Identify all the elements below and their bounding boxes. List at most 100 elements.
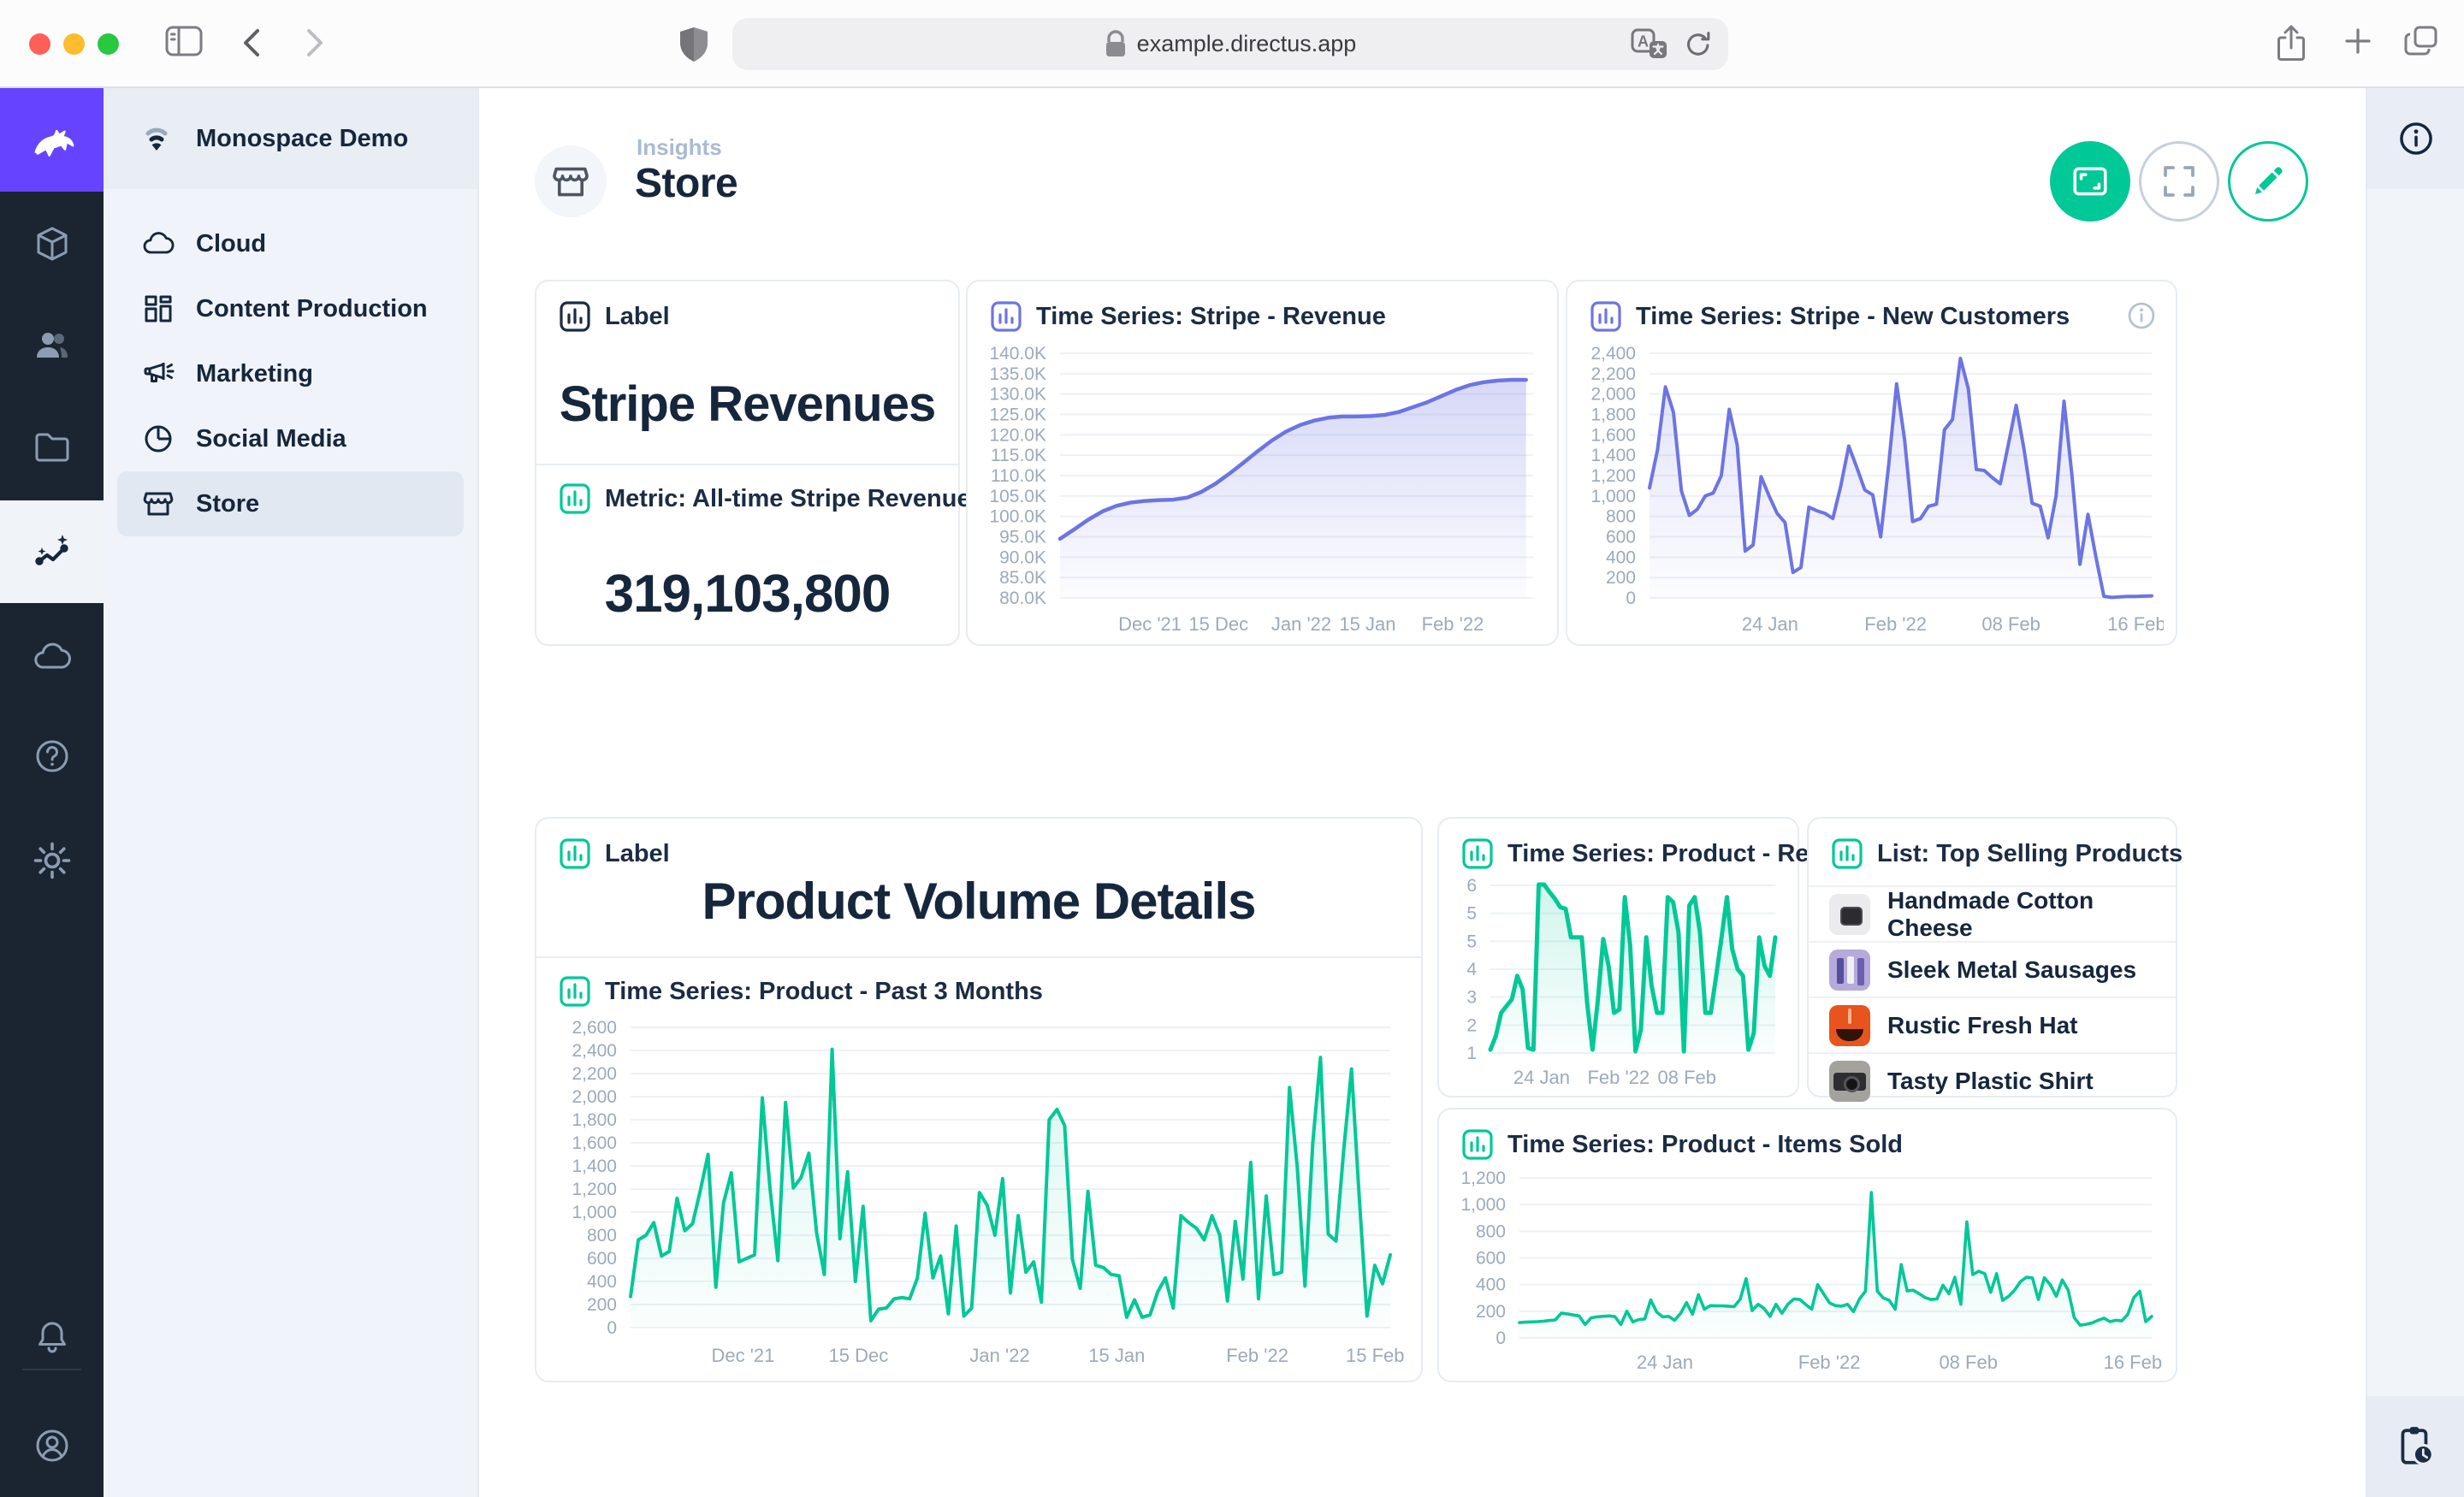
metric-value: 319,103,800 bbox=[536, 564, 958, 624]
svg-text:15 Feb: 15 Feb bbox=[1346, 1345, 1404, 1366]
svg-text:Feb '22: Feb '22 bbox=[1587, 1067, 1650, 1088]
directus-logo[interactable] bbox=[0, 88, 104, 192]
module-docs[interactable] bbox=[0, 705, 104, 808]
info-icon bbox=[2397, 120, 2435, 157]
product-list-item[interactable]: Handmade Cotton Cheese bbox=[1809, 885, 2176, 941]
svg-text:1,200: 1,200 bbox=[1590, 466, 1636, 486]
sidebar-item-label: Store bbox=[196, 490, 259, 518]
insights-icon bbox=[32, 531, 73, 572]
svg-text:600: 600 bbox=[1476, 1249, 1506, 1269]
sidebar-item-social-media[interactable]: Social Media bbox=[117, 406, 464, 471]
svg-text:Feb '22: Feb '22 bbox=[1864, 613, 1927, 635]
panel-product-restocks: Time Series: Product - Restocks 65543212… bbox=[1437, 817, 1799, 1098]
dashboard-icon bbox=[141, 292, 175, 326]
pie-icon bbox=[141, 422, 175, 456]
svg-text:Feb '22: Feb '22 bbox=[1798, 1352, 1861, 1373]
panel-top-selling-products: List: Top Selling Products Handmade Cott… bbox=[1807, 817, 2177, 1098]
module-files[interactable] bbox=[0, 396, 104, 499]
breadcrumb[interactable]: Insights bbox=[637, 134, 722, 161]
sidebar-item-label: Social Media bbox=[196, 425, 346, 453]
share-icon[interactable] bbox=[2274, 22, 2308, 69]
panel-title: Time Series: Stripe - New Customers bbox=[1636, 303, 2070, 331]
page-icon-circle bbox=[535, 145, 607, 217]
sidebar-item-marketing[interactable]: Marketing bbox=[117, 341, 464, 406]
fullscreen-button[interactable] bbox=[2139, 141, 2219, 222]
product-thumbnail bbox=[1829, 1005, 1870, 1046]
svg-text:80.0K: 80.0K bbox=[999, 589, 1046, 608]
project-signal-icon bbox=[138, 120, 175, 157]
svg-text:1,400: 1,400 bbox=[572, 1157, 617, 1176]
close-window-button[interactable] bbox=[29, 33, 50, 55]
address-bar[interactable]: example.directus.app A bbox=[732, 18, 1728, 70]
panel-title: Label bbox=[605, 840, 670, 868]
reload-icon[interactable] bbox=[1682, 28, 1715, 61]
stripe-new-customers-chart: 2,4002,2002,0001,8001,6001,4001,2001,000… bbox=[1579, 340, 2164, 637]
svg-text:1,000: 1,000 bbox=[1590, 487, 1636, 506]
svg-text:800: 800 bbox=[1476, 1222, 1506, 1241]
svg-text:125.0K: 125.0K bbox=[989, 405, 1046, 425]
module-users[interactable] bbox=[0, 294, 104, 397]
sidebar-toggle-icon[interactable] bbox=[164, 24, 204, 62]
project-header[interactable]: Monospace Demo bbox=[104, 88, 477, 189]
panel-icon bbox=[559, 837, 591, 870]
svg-text:1,600: 1,600 bbox=[572, 1133, 617, 1153]
svg-text:200: 200 bbox=[587, 1295, 617, 1315]
panel-icon bbox=[1831, 837, 1863, 870]
svg-text:800: 800 bbox=[1606, 507, 1636, 527]
product-list-item[interactable]: Tasty Plastic Shirt bbox=[1809, 1052, 2176, 1108]
translate-icon[interactable]: A bbox=[1631, 27, 1668, 62]
product-list-item[interactable]: Sleek Metal Sausages bbox=[1809, 941, 2176, 997]
panel-title: Time Series: Product - Items Sold bbox=[1507, 1131, 1903, 1159]
svg-text:130.0K: 130.0K bbox=[989, 385, 1046, 405]
info-sidebar-button[interactable] bbox=[2367, 88, 2464, 189]
fit-screen-button[interactable] bbox=[2050, 141, 2130, 222]
edit-dashboard-button[interactable] bbox=[2228, 141, 2308, 222]
svg-text:2,400: 2,400 bbox=[1590, 344, 1636, 364]
fullscreen-icon bbox=[2160, 163, 2198, 200]
sidebar-item-cloud[interactable]: Cloud bbox=[117, 211, 464, 276]
svg-text:2,200: 2,200 bbox=[572, 1064, 617, 1084]
panel-info-icon[interactable] bbox=[2126, 300, 2157, 335]
module-content[interactable] bbox=[0, 192, 104, 295]
browser-toolbar: example.directus.app A bbox=[0, 0, 2464, 88]
svg-text:6: 6 bbox=[1466, 876, 1477, 896]
sidebar-item-store[interactable]: Store bbox=[117, 471, 464, 536]
svg-text:1,800: 1,800 bbox=[1590, 405, 1636, 425]
svg-text:1,000: 1,000 bbox=[1460, 1195, 1506, 1215]
svg-text:0: 0 bbox=[607, 1318, 617, 1338]
people-icon bbox=[32, 325, 73, 366]
svg-text:0: 0 bbox=[1626, 589, 1636, 608]
svg-text:1,000: 1,000 bbox=[572, 1203, 617, 1222]
module-cloud[interactable] bbox=[0, 606, 104, 708]
product-list-item[interactable]: Rustic Fresh Hat bbox=[1809, 997, 2176, 1052]
tabs-overview-icon[interactable] bbox=[2402, 24, 2440, 62]
zoom-window-button[interactable] bbox=[98, 33, 119, 55]
activity-sidebar-button[interactable] bbox=[2367, 1396, 2464, 1497]
svg-text:5: 5 bbox=[1466, 904, 1477, 924]
module-insights[interactable] bbox=[0, 500, 104, 603]
sidebar-item-label: Content Production bbox=[196, 295, 428, 323]
sidebar-item-content-production[interactable]: Content Production bbox=[117, 276, 464, 341]
minimize-window-button[interactable] bbox=[63, 33, 85, 55]
privacy-shield-icon[interactable] bbox=[678, 26, 710, 68]
svg-text:400: 400 bbox=[1606, 547, 1636, 567]
svg-text:85.0K: 85.0K bbox=[999, 568, 1046, 588]
svg-text:2,400: 2,400 bbox=[572, 1041, 617, 1061]
svg-text:1,200: 1,200 bbox=[1460, 1169, 1506, 1188]
product-name: Tasty Plastic Shirt bbox=[1887, 1068, 2094, 1095]
svg-text:400: 400 bbox=[587, 1272, 617, 1292]
module-user-avatar[interactable] bbox=[0, 1394, 104, 1497]
svg-text:110.0K: 110.0K bbox=[991, 466, 1046, 486]
panel-icon bbox=[1461, 837, 1494, 870]
svg-text:90.0K: 90.0K bbox=[999, 547, 1046, 567]
svg-text:Jan '22: Jan '22 bbox=[1271, 613, 1331, 635]
panel-icon bbox=[1590, 300, 1622, 333]
new-tab-icon[interactable] bbox=[2341, 24, 2375, 62]
svg-text:400: 400 bbox=[1476, 1275, 1506, 1295]
svg-text:15 Dec: 15 Dec bbox=[1188, 613, 1248, 635]
module-settings[interactable] bbox=[0, 809, 104, 912]
module-notifications[interactable] bbox=[0, 1286, 104, 1388]
back-icon[interactable] bbox=[240, 24, 265, 66]
forward-icon[interactable] bbox=[301, 24, 327, 66]
svg-text:24 Jan: 24 Jan bbox=[1637, 1352, 1693, 1373]
